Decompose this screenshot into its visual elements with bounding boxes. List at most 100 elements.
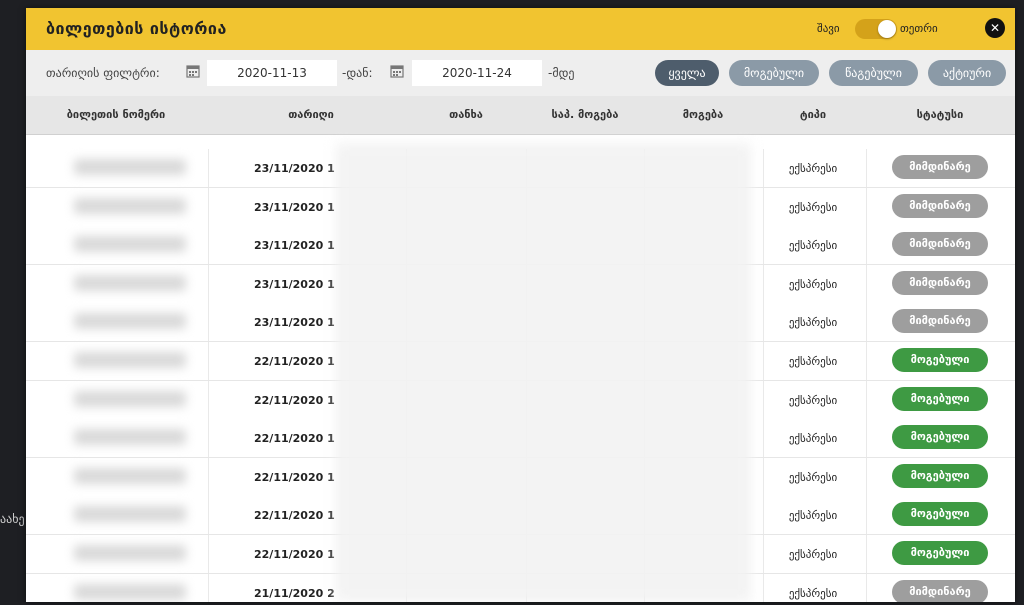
ticket-type: ექსპრესი [788, 162, 838, 175]
column-divider [208, 187, 209, 226]
blurred-region [336, 143, 751, 602]
status-badge[interactable]: მოგებული [892, 502, 988, 527]
ticket-date: 23/11/2020 1 [254, 316, 335, 330]
ticket-date: 22/11/2020 1 [254, 393, 335, 407]
column-amount[interactable]: თანხა [406, 108, 526, 121]
ticket-number-redacted [74, 159, 186, 175]
ticket-type: ექსპრესი [788, 277, 838, 291]
filter-won-button[interactable]: მოგებული [729, 60, 819, 86]
column-divider [208, 149, 209, 187]
ticket-number-redacted [74, 274, 186, 291]
date-to-input[interactable] [412, 60, 542, 86]
column-possible-win[interactable]: საპ. მოგება [526, 108, 644, 121]
ticket-number-redacted [74, 545, 186, 561]
column-divider [866, 187, 867, 226]
theme-dark-label: შავი [817, 22, 840, 35]
ticket-number-redacted [74, 197, 186, 214]
column-divider [208, 419, 209, 458]
status-badge[interactable]: მოგებული [892, 425, 988, 450]
status-badge[interactable]: მიმდინარე [892, 309, 988, 334]
status-badge[interactable]: მიმდინარე [892, 193, 988, 218]
ticket-type: ექსპრესი [788, 239, 838, 253]
ticket-number-redacted [74, 390, 186, 407]
date-to-suffix: -მდე [548, 66, 575, 80]
ticket-type: ექსპრესი [788, 200, 838, 214]
column-status[interactable]: სტატუსი [888, 108, 992, 121]
column-divider [866, 264, 867, 303]
date-from-input[interactable] [207, 60, 337, 86]
ticket-date: 22/11/2020 1 [254, 470, 335, 484]
status-badge[interactable]: მიმდინარე [892, 155, 988, 179]
ticket-number-redacted [74, 429, 186, 446]
ticket-date: 23/11/2020 1 [254, 239, 335, 253]
ticket-number-redacted [74, 506, 186, 523]
status-badge[interactable]: მოგებული [892, 386, 988, 411]
calendar-icon[interactable] [186, 64, 200, 78]
calendar-icon[interactable] [390, 64, 404, 78]
column-divider [208, 496, 209, 535]
ticket-number-redacted [74, 583, 186, 600]
column-divider [866, 573, 867, 602]
column-divider [866, 303, 867, 342]
ticket-number-redacted [74, 313, 186, 330]
column-divider [866, 342, 867, 380]
theme-light-label: თეთრი [900, 22, 938, 35]
theme-toggle[interactable] [855, 19, 897, 39]
column-divider [208, 457, 209, 496]
filter-all-button[interactable]: ყველა [655, 60, 719, 86]
column-divider [866, 496, 867, 535]
status-badge[interactable]: მოგებული [892, 348, 988, 372]
column-divider [208, 573, 209, 602]
ticket-type: ექსპრესი [788, 393, 838, 407]
column-divider [208, 380, 209, 419]
column-divider [208, 342, 209, 380]
column-win[interactable]: მოგება [644, 108, 762, 121]
ticket-date: 22/11/2020 1 [254, 548, 335, 561]
ticket-number-redacted [74, 236, 186, 253]
ticket-type: ექსპრესი [788, 355, 838, 368]
column-divider [208, 226, 209, 265]
column-divider [866, 149, 867, 187]
column-date[interactable]: თარიღი [211, 108, 411, 121]
modal-title: ბილეთების ისტორია [46, 19, 227, 38]
column-ticket-number[interactable]: ბილეთის ნომერი [46, 108, 186, 121]
status-badge[interactable]: მიმდინარე [892, 232, 988, 257]
modal-header: ბილეთების ისტორია შავი თეთრი ✕ [26, 8, 1015, 50]
ticket-date: 23/11/2020 1 [254, 162, 335, 175]
ticket-date: 23/11/2020 1 [254, 200, 335, 214]
status-badge[interactable]: მიმდინარე [892, 579, 988, 602]
date-filter-bar: თარიღის ფილტრი: -დან: -მდე ყველა მოგებულ… [26, 50, 1015, 96]
ticket-date: 22/11/2020 1 [254, 509, 335, 523]
ticket-type: ექსპრესი [788, 586, 838, 600]
column-divider [866, 380, 867, 419]
filter-active-button[interactable]: აქტიური [928, 60, 1006, 86]
ticket-date: 21/11/2020 2 [254, 586, 335, 600]
ticket-number-redacted [74, 467, 186, 484]
table-header: ბილეთის ნომერი თარიღი თანხა საპ. მოგება … [26, 96, 1015, 135]
ticket-date: 22/11/2020 1 [254, 355, 335, 368]
column-divider [866, 419, 867, 458]
background-side-text: აახე [0, 512, 25, 526]
toggle-knob [878, 20, 896, 38]
ticket-type: ექსპრესი [788, 509, 838, 523]
ticket-date: 22/11/2020 1 [254, 432, 335, 446]
column-divider [866, 457, 867, 496]
column-divider [208, 264, 209, 303]
ticket-type: ექსპრესი [788, 432, 838, 446]
ticket-number-redacted [74, 352, 186, 368]
status-badge[interactable]: მიმდინარე [892, 270, 988, 295]
ticket-date: 23/11/2020 1 [254, 277, 335, 291]
column-type[interactable]: ტიპი [763, 108, 863, 121]
status-badge[interactable]: მოგებული [892, 463, 988, 488]
column-divider [208, 535, 209, 573]
date-from-suffix: -დან: [342, 66, 373, 80]
column-divider [208, 303, 209, 342]
ticket-history-modal: ბილეთების ისტორია შავი თეთრი ✕ თარიღის ფ… [26, 8, 1015, 602]
ticket-type: ექსპრესი [788, 470, 838, 484]
filter-lost-button[interactable]: წაგებული [829, 60, 918, 86]
ticket-type: ექსპრესი [788, 548, 838, 561]
column-divider [866, 226, 867, 265]
status-badge[interactable]: მოგებული [892, 541, 988, 565]
date-filter-label: თარიღის ფილტრი: [46, 66, 160, 80]
close-icon[interactable]: ✕ [985, 18, 1005, 38]
